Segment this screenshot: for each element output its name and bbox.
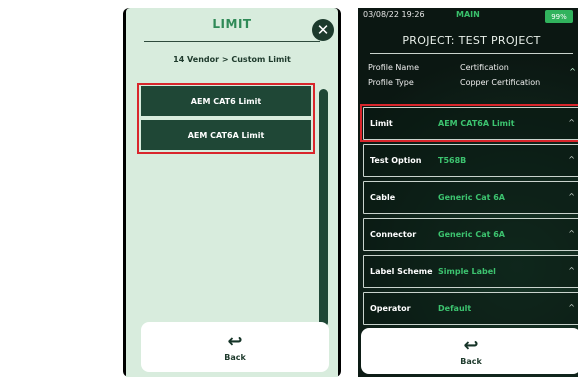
setting-value: Generic Cat 6A [438, 193, 505, 202]
info-label: Profile Name [368, 63, 420, 72]
info-value: Copper Certification [460, 78, 541, 87]
highlight-box [360, 104, 578, 142]
page-title: PROJECT: TEST PROJECT [402, 34, 541, 47]
setting-row-connector[interactable]: Connector Generic Cat 6A ^ [363, 218, 578, 251]
chevron-up-icon: ^ [569, 67, 576, 76]
close-button[interactable]: ✕ [312, 19, 334, 41]
setting-row-test-option[interactable]: Test Option T568B ^ [363, 144, 578, 177]
info-label: Profile Type [368, 78, 414, 87]
chevron-up-icon: ^ [568, 303, 575, 312]
status-bar: 03/08/22 19:26 MAIN 99% [358, 8, 578, 26]
setting-row-label-scheme[interactable]: Label Scheme Simple Label ^ [363, 255, 578, 288]
info-value: Certification [460, 63, 509, 72]
profile-info[interactable]: Profile Name Certification Profile Type … [368, 63, 578, 93]
status-mode: MAIN [456, 10, 480, 19]
close-icon: ✕ [316, 20, 330, 39]
screen-title: LIMIT [212, 17, 252, 31]
limit-panel: LIMIT ✕ 14 Vendor > Custom Limit AEM CAT… [126, 8, 338, 377]
chevron-up-icon: ^ [568, 192, 575, 201]
setting-label: Test Option [370, 156, 422, 165]
profile-name-row: Profile Name Certification [368, 63, 578, 72]
battery-indicator: 99% [545, 10, 573, 23]
back-arrow-icon: ↩ [227, 330, 243, 352]
setting-value: Simple Label [438, 267, 496, 276]
setting-row-cable[interactable]: Cable Generic Cat 6A ^ [363, 181, 578, 214]
profile-type-row: Profile Type Copper Certification [368, 78, 578, 87]
chevron-up-icon: ^ [568, 266, 575, 275]
back-button[interactable]: ↩ Back [361, 328, 578, 374]
highlight-box [137, 83, 315, 154]
setting-label: Operator [370, 304, 411, 313]
breadcrumb: 14 Vendor > Custom Limit [173, 55, 291, 64]
setting-value: Generic Cat 6A [438, 230, 505, 239]
scrollbar[interactable] [319, 89, 328, 327]
back-arrow-icon: ↩ [463, 334, 479, 356]
setting-value: T568B [438, 156, 467, 165]
project-screen: 03/08/22 19:26 MAIN 99% PROJECT: TEST PR… [358, 8, 578, 377]
chevron-up-icon: ^ [568, 229, 575, 238]
limit-screen: LIMIT ✕ 14 Vendor > Custom Limit AEM CAT… [123, 8, 341, 377]
back-label: Back [224, 352, 246, 362]
setting-label: Cable [370, 193, 396, 202]
setting-row-operator[interactable]: Operator Default ^ [363, 292, 578, 325]
setting-label: Connector [370, 230, 417, 239]
divider [144, 41, 320, 42]
back-button[interactable]: ↩ Back [141, 322, 329, 372]
chevron-up-icon: ^ [568, 155, 575, 164]
status-datetime: 03/08/22 19:26 [363, 10, 425, 19]
setting-label: Label Scheme [370, 267, 433, 276]
back-label: Back [460, 356, 482, 366]
setting-value: Default [438, 304, 472, 313]
divider [370, 53, 573, 54]
